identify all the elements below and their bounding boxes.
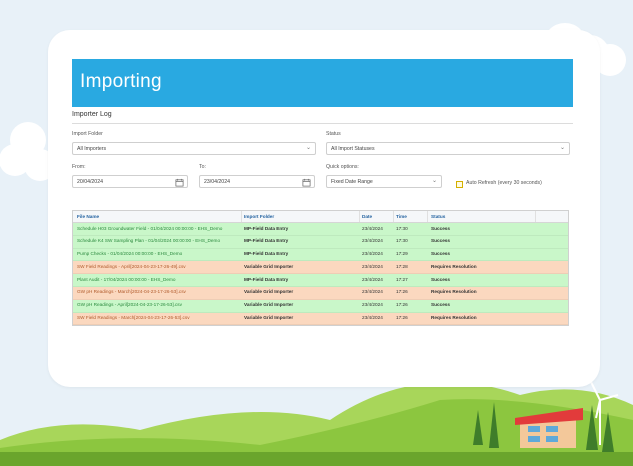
file-name-link[interactable]: Schedule H03 Groundwater Field - 01/04/2… [77,226,238,231]
table-row[interactable]: Plant Audit - 17/04/2024 00:00:00 - EHS_… [73,274,568,287]
date-cell: 23/4/2024 [362,238,383,244]
column-divider [359,211,360,222]
column-header-file-name[interactable]: File Name [77,214,238,219]
date-cell: 23/4/2024 [362,289,383,295]
time-cell: 17:27 [396,276,408,282]
column-divider [427,211,428,222]
to-date-input[interactable]: 23/04/2024 [199,175,315,188]
table-row[interactable]: Pump Checks - 01/04/2024 00:00:00 - EHS_… [73,248,568,262]
status-cell: Requires Resolution [431,289,477,295]
chevron-down-icon: ⌄ [559,145,565,151]
quick-options-select[interactable]: Fixed Date Range ⌄ [326,175,442,188]
status-cell: Success [431,238,451,244]
date-cell: 23/4/2024 [362,225,383,231]
date-cell: 23/4/2024 [362,276,383,282]
time-cell: 17:30 [396,238,408,244]
column-divider [393,211,394,222]
column-divider [535,211,536,222]
section-title: Importer Log [72,111,112,118]
import-folder-select[interactable]: All Importers ⌄ [72,142,316,155]
chevron-down-icon: ⌄ [305,145,311,151]
import-folder-label: Import Folder [72,131,103,137]
time-cell: 17:26 [396,315,408,321]
time-cell: 17:26 [396,302,408,308]
table-body: Schedule H03 Groundwater Field - 01/04/2… [73,223,568,326]
time-cell: 17:30 [396,225,408,231]
status-cell: Success [431,276,451,282]
status-cell: Requires Resolution [431,315,477,321]
chevron-down-icon: ⌄ [431,178,437,184]
status-select[interactable]: All Import Statuses ⌄ [326,142,570,155]
date-cell: 23/4/2024 [362,315,383,321]
import-folder-cell: Variable Grid Importer [244,315,294,321]
table-row[interactable]: SW Field Readings - April[2024-04-23-17-… [73,261,568,275]
time-cell: 17:29 [396,251,408,257]
page-header-banner: Importing [72,59,573,107]
auto-refresh-label: Auto Refresh (every 30 seconds) [466,180,542,186]
column-header-import-folder[interactable]: Import Folder [244,214,357,219]
column-header-date[interactable]: Date [362,214,394,219]
status-value: All Import Statuses [331,146,375,152]
to-label: To: [199,164,206,170]
import-folder-cell: MP-Field Data Entry [244,238,289,244]
file-name-link[interactable]: Plant Audit - 17/04/2024 00:00:00 - EHS_… [77,277,238,282]
quick-options-label: Quick options: [326,164,359,170]
from-label: From: [72,164,86,170]
import-folder-value: All Importers [77,146,107,152]
file-name-link[interactable]: GW pH Readings - April[2024-04-23-17-26-… [77,302,238,307]
table-header: File Name Import Folder Date Time Status [73,211,568,223]
calendar-icon[interactable] [175,178,184,187]
time-cell: 17:26 [396,289,408,295]
importer-log-table: File Name Import Folder Date Time Status… [72,210,569,327]
table-row[interactable]: GW pH Readings - April[2024-04-23-17-26-… [73,299,568,313]
status-cell: Success [431,225,451,231]
column-header-time[interactable]: Time [396,214,424,219]
file-name-link[interactable]: GW pH Readings - March[2024-04-23-17-26-… [77,289,238,294]
status-label: Status [326,131,341,137]
from-date-input[interactable]: 20/04/2024 [72,175,188,188]
import-folder-cell: Variable Grid Importer [244,302,294,308]
file-name-link[interactable]: SW Field Readings - March[2024-04-23-17-… [77,315,238,320]
file-name-link[interactable]: Pump Checks - 01/04/2024 00:00:00 - EHS_… [77,251,238,256]
date-cell: 23/4/2024 [362,251,383,257]
import-folder-cell: Variable Grid Importer [244,289,294,295]
column-divider [241,211,242,222]
table-row[interactable]: GW pH Readings - March[2024-04-23-17-26-… [73,286,568,300]
file-name-link[interactable]: Schedule K4 SW Sampling Plan - 01/04/202… [77,238,238,243]
table-row[interactable]: Schedule K4 SW Sampling Plan - 01/04/202… [73,235,568,249]
to-date-value: 23/04/2024 [204,179,230,185]
date-cell: 23/4/2024 [362,302,383,308]
status-cell: Requires Resolution [431,263,477,269]
calendar-icon[interactable] [302,178,311,187]
page-title: Importing [80,71,162,92]
from-date-value: 20/04/2024 [77,179,103,185]
table-row[interactable]: SW Field Readings - March[2024-04-23-17-… [73,312,568,326]
table-row[interactable]: Schedule H03 Groundwater Field - 01/04/2… [73,223,568,236]
date-cell: 23/4/2024 [362,263,383,269]
ground [0,452,633,466]
column-header-status[interactable]: Status [431,214,531,219]
time-cell: 17:28 [396,263,408,269]
section-divider [72,123,573,124]
import-folder-cell: MP-Field Data Entry [244,225,289,231]
import-folder-cell: MP-Field Data Entry [244,276,289,282]
file-name-link[interactable]: SW Field Readings - April[2024-04-23-17-… [77,264,238,269]
auto-refresh-checkbox[interactable] [456,181,463,188]
quick-options-value: Fixed Date Range [331,179,373,185]
import-folder-cell: MP-Field Data Entry [244,251,289,257]
import-folder-cell: Variable Grid Importer [244,263,294,269]
status-cell: Success [431,302,451,308]
status-cell: Success [431,251,451,257]
